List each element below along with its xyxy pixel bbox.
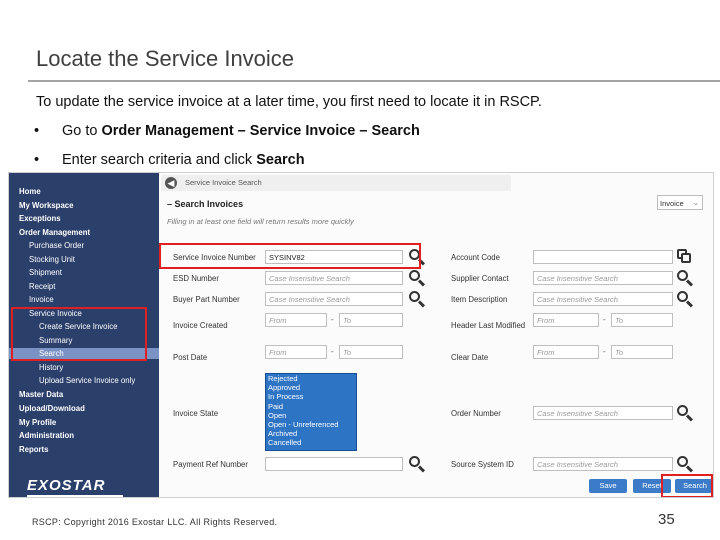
order-number-input[interactable]: Case Insensitive Search — [533, 406, 673, 420]
rscp-screenshot: Home My Workspace Exceptions Order Manag… — [8, 172, 714, 498]
nav-home[interactable]: Home — [19, 187, 41, 196]
post-date-from-input[interactable]: From — [265, 345, 327, 359]
search-icon[interactable] — [409, 270, 426, 287]
header-last-modified-from-input[interactable]: From — [533, 313, 599, 327]
copyright-footer: RSCP: Copyright 2016 Exostar LLC. All Ri… — [32, 517, 278, 527]
callout-search-button — [661, 474, 713, 497]
label-source-system-id: Source System ID — [451, 460, 514, 469]
invoice-state-option[interactable]: Rejected — [266, 374, 356, 383]
document-type-value: Invoice — [660, 199, 684, 208]
nav-history[interactable]: History — [39, 363, 63, 372]
bullet-bold: Order Management – Service Invoice – Sea… — [101, 123, 420, 139]
slide-title: Locate the Service Invoice — [36, 46, 295, 71]
intro-text: To update the service invoice at a later… — [36, 94, 542, 110]
esd-number-input[interactable]: Case Insensitive Search — [265, 271, 403, 285]
buyer-part-number-input[interactable]: Case Insensitive Search — [265, 292, 403, 306]
document-type-select[interactable]: Invoice ⌄ — [657, 195, 703, 210]
chevron-down-icon: ⌄ — [692, 198, 699, 207]
source-system-id-input[interactable]: Case Insensitive Search — [533, 457, 673, 471]
section-title-label: Search Invoices — [174, 199, 244, 209]
invoice-state-option[interactable]: Paid — [266, 402, 356, 411]
label-payment-ref-number: Payment Ref Number — [173, 460, 248, 469]
nav-order-management[interactable]: Order Management — [19, 228, 90, 237]
search-icon[interactable] — [677, 291, 694, 308]
invoice-state-option[interactable]: Cancelled — [266, 438, 356, 447]
search-icon[interactable] — [677, 456, 694, 473]
bullet-prefix: Enter search criteria and click — [62, 152, 257, 168]
bullet-nav-path: • Go to Order Management – Service Invoic… — [34, 123, 420, 139]
range-dash: - — [331, 347, 334, 356]
logo-underline — [27, 495, 123, 497]
copy-icon[interactable] — [677, 249, 691, 263]
bullet-glyph: • — [34, 123, 40, 139]
supplier-contact-input[interactable]: Case Insensitive Search — [533, 271, 673, 285]
bullet-search-criteria: • Enter search criteria and click Search — [34, 152, 305, 168]
label-header-last-modified: Header Last Modified — [451, 321, 526, 330]
range-dash: - — [603, 315, 606, 324]
exostar-logo: EXOSTAR — [27, 477, 106, 494]
invoice-state-option[interactable]: Approved — [266, 383, 356, 392]
breadcrumb: Service Invoice Search — [185, 178, 262, 187]
invoice-created-to-input[interactable]: To — [339, 313, 403, 327]
label-supplier-contact: Supplier Contact — [451, 274, 509, 283]
bullet-bold: Search — [256, 152, 305, 168]
invoice-state-option[interactable]: Open — [266, 411, 356, 420]
nav-my-workspace[interactable]: My Workspace — [19, 201, 73, 210]
label-invoice-created: Invoice Created — [173, 321, 228, 330]
range-dash: - — [331, 315, 334, 324]
save-button[interactable]: Save — [589, 479, 627, 493]
search-icon[interactable] — [677, 405, 694, 422]
nav-upload-service-invoice[interactable]: Upload Service Invoice only — [39, 376, 135, 385]
invoice-state-option[interactable]: Archived — [266, 429, 356, 438]
nav-shipment[interactable]: Shipment — [29, 268, 62, 277]
search-icon[interactable] — [409, 291, 426, 308]
nav-administration[interactable]: Administration — [19, 431, 74, 440]
label-buyer-part-number: Buyer Part Number — [173, 295, 240, 304]
nav-master-data[interactable]: Master Data — [19, 390, 63, 399]
search-hint: Filling in at least one field will retur… — [167, 217, 354, 226]
bullet-prefix: Go to — [62, 123, 102, 139]
post-date-to-input[interactable]: To — [339, 345, 403, 359]
item-description-input[interactable]: Case Insensitive Search — [533, 292, 673, 306]
label-account-code: Account Code — [451, 253, 500, 262]
callout-invoice-number — [159, 243, 421, 269]
search-panel: ◀ Service Invoice Search – Search Invoic… — [159, 173, 713, 497]
collapse-icon: – — [167, 199, 173, 209]
nav-my-profile[interactable]: My Profile — [19, 418, 56, 427]
payment-ref-number-input[interactable] — [265, 457, 403, 471]
bullet-glyph: • — [34, 152, 40, 168]
nav-reports[interactable]: Reports — [19, 445, 48, 454]
callout-nav-highlight — [11, 307, 147, 361]
back-arrow-icon[interactable]: ◀ — [165, 177, 177, 189]
title-divider — [28, 80, 720, 82]
nav-receipt[interactable]: Receipt — [29, 282, 55, 291]
nav-invoice[interactable]: Invoice — [29, 295, 54, 304]
invoice-state-option[interactable]: In Process — [266, 392, 356, 401]
label-clear-date: Clear Date — [451, 353, 489, 362]
clear-date-from-input[interactable]: From — [533, 345, 599, 359]
invoice-state-option[interactable]: Open - Unreferenced — [266, 420, 356, 429]
account-code-input[interactable] — [533, 250, 673, 264]
label-order-number: Order Number — [451, 409, 501, 418]
section-title[interactable]: – Search Invoices — [167, 199, 243, 209]
nav-purchase-order[interactable]: Purchase Order — [29, 241, 84, 250]
header-last-modified-to-input[interactable]: To — [611, 313, 673, 327]
range-dash: - — [603, 347, 606, 356]
clear-date-to-input[interactable]: To — [611, 345, 673, 359]
page-number: 35 — [658, 511, 675, 528]
invoice-created-from-input[interactable]: From — [265, 313, 327, 327]
label-post-date: Post Date — [173, 353, 208, 362]
label-esd-number: ESD Number — [173, 274, 219, 283]
search-icon[interactable] — [409, 456, 426, 473]
label-item-description: Item Description — [451, 295, 508, 304]
nav-exceptions[interactable]: Exceptions — [19, 214, 61, 223]
nav-upload-download[interactable]: Upload/Download — [19, 404, 85, 413]
invoice-state-listbox[interactable]: Rejected Approved In Process Paid Open O… — [265, 373, 357, 451]
nav-stocking-unit[interactable]: Stocking Unit — [29, 255, 75, 264]
breadcrumb-bar: ◀ Service Invoice Search — [161, 175, 511, 191]
search-icon[interactable] — [677, 270, 694, 287]
label-invoice-state: Invoice State — [173, 409, 219, 418]
